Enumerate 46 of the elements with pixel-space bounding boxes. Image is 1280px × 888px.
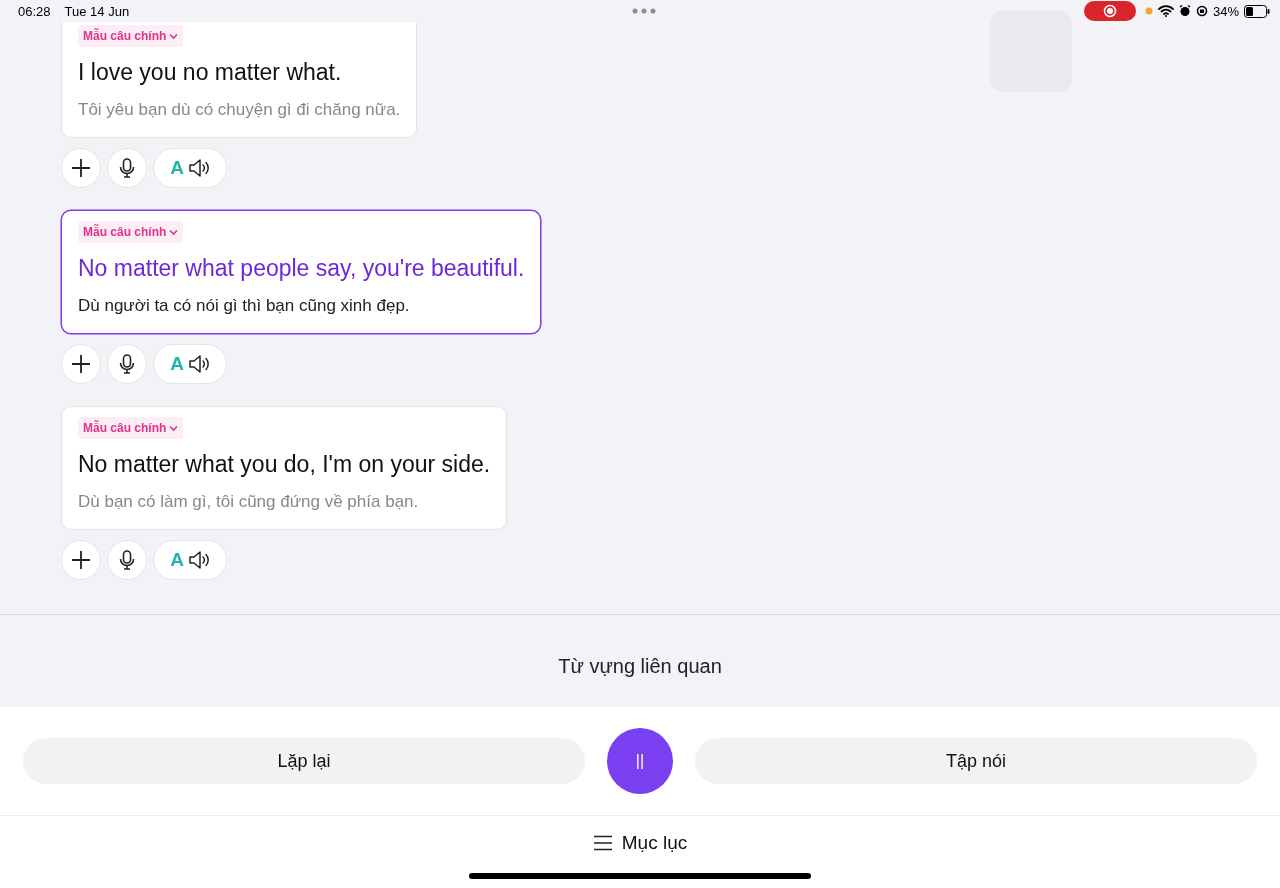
add-button[interactable] [61,344,101,384]
repeat-button[interactable]: Lặp lại [23,738,585,784]
sentence-text: I love you no matter what. [78,59,343,86]
translation-text: Dù bạn có làm gì, tôi cũng đứng về phía bạn. [78,492,420,512]
speaker-icon [187,550,210,570]
microphone-button[interactable] [107,344,147,384]
plus-icon [71,550,91,570]
sentence-card[interactable]: Mẫu câu chính No matter what people say, you're beautiful. Dù người ta có nói gì thì bạn cũng xinh đẹp. [61,210,542,334]
add-button[interactable] [61,148,101,188]
translation-text: Tôi yêu bạn dù có chuyện gì đi chăng nữa. [78,100,401,120]
wifi-icon [1157,5,1174,17]
practice-button[interactable]: Tập nói [695,738,1257,784]
plus-icon [71,354,91,374]
battery-percent: 34% [1212,3,1239,19]
status-time: 06:28 [18,3,51,19]
translation-text: Dù người ta có nói gì thì bạn cũng xinh đẹp. [78,296,411,316]
dot-icon [1144,7,1153,15]
tag-dropdown[interactable]: Mẫu câu chính [78,221,184,243]
alarm-icon [1178,5,1191,17]
plus-icon [71,158,91,178]
microphone-button[interactable] [107,148,147,188]
speaker-icon [187,354,210,374]
chevron-icon [169,424,179,432]
sentence-text: No matter what you do, I'm on your side. [78,451,491,478]
chevron-icon [169,228,179,236]
more-icon[interactable] [632,8,656,14]
menu-icon [592,835,613,851]
pause-button[interactable]: || [607,728,673,794]
sentence-text: No matter what people say, you're beautiful. [78,255,525,282]
recording-indicator [1083,1,1136,21]
sentence-card[interactable]: Mẫu câu chính I love you no matter what. Tôi yêu bạn dù có chuyện gì đi chăng nữa. [61,22,418,138]
tag-dropdown[interactable]: Mẫu câu chính [78,417,184,439]
microphone-icon [119,354,135,374]
section-heading: Từ vựng liên quan [558,655,722,678]
microphone-icon [119,550,135,570]
sentence-card[interactable]: Mẫu câu chính No matter what you do, I'm on your side. Dù bạn có làm gì, tôi cũng đứng về phía bạn. [61,406,508,530]
add-button[interactable] [61,540,101,580]
tag-dropdown[interactable]: Mẫu câu chính [78,25,184,47]
microphone-icon [119,158,135,178]
battery-icon [1244,4,1270,18]
speaker-icon [187,158,210,178]
microphone-button[interactable] [107,540,147,580]
chevron-icon [169,32,179,40]
rotation-lock-icon [1195,5,1208,17]
contents-button[interactable]: Mục lục [592,832,688,854]
status-date: Tue 14 Jun [64,3,130,19]
